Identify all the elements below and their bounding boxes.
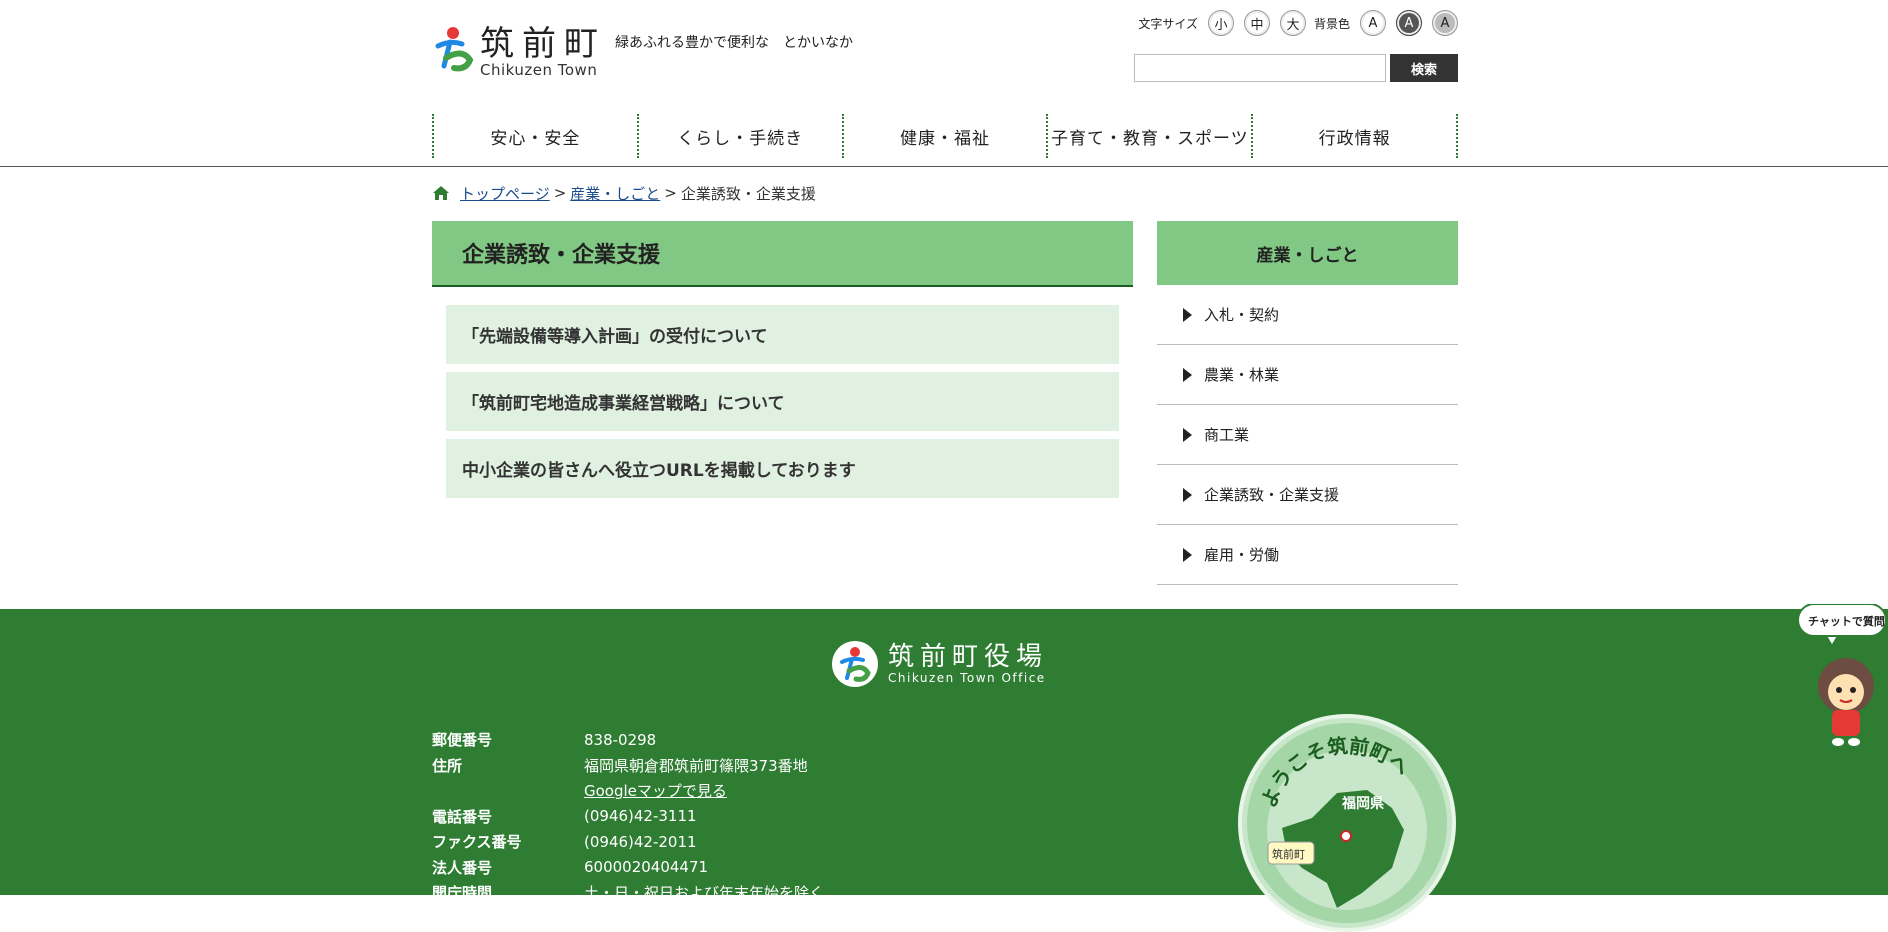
font-size-small-button[interactable]: 小 <box>1207 10 1234 36</box>
nav-item-living[interactable]: くらし・手続き <box>639 114 844 158</box>
link-list: 「先端設備等導入計画」の受付について 「筑前町宅地造成事業経営戦略」について 中… <box>432 287 1133 498</box>
side-nav-label: 農業・林業 <box>1204 366 1280 384</box>
breadcrumb-parent-link[interactable]: 産業・しごと <box>570 183 660 204</box>
side-nav-label: 企業誘致・企業支援 <box>1204 486 1340 504</box>
side-nav-title: 産業・しごと <box>1157 221 1458 285</box>
list-item-link[interactable]: 「先端設備等導入計画」の受付について <box>446 305 1119 364</box>
font-size-label: 文字サイズ <box>1138 16 1198 31</box>
info-label: 開庁時間 <box>432 884 493 903</box>
town-emblem-icon <box>432 26 474 74</box>
info-value: (0946)42-3111 <box>584 807 697 826</box>
nav-item-education[interactable]: 子育て・教育・スポーツ <box>1048 114 1254 158</box>
logo-title: 筑前町 <box>480 24 606 64</box>
font-size-large-button[interactable]: 大 <box>1279 10 1306 36</box>
side-nav-label: 入札・契約 <box>1204 306 1280 324</box>
footer-logo: 筑前町役場 Chikuzen Town Office <box>832 641 1048 687</box>
nav-divider <box>0 166 1888 167</box>
side-nav-item[interactable]: 商工業 <box>1157 405 1458 465</box>
main-content: 企業誘致・企業支援 「先端設備等導入計画」の受付について 「筑前町宅地造成事業経… <box>432 221 1133 585</box>
side-nav-item[interactable]: 農業・林業 <box>1157 345 1458 405</box>
nav-item-health[interactable]: 健康・福祉 <box>844 114 1049 158</box>
bg-dark-button[interactable]: A <box>1396 10 1422 36</box>
breadcrumb-separator: > <box>664 184 677 202</box>
triangle-right-icon <box>1183 547 1192 562</box>
search-input[interactable] <box>1134 54 1386 82</box>
footer-contact-info: 郵便番号 838-0298 住所 福岡県朝倉郡筑前町篠隈373番地 Googleマッ… <box>432 727 824 906</box>
side-nav-item[interactable]: 雇用・労働 <box>1157 525 1458 585</box>
side-nav-item[interactable]: 企業誘致・企業支援 <box>1157 465 1458 525</box>
site-tagline: 緑あふれる豊かで便利な とかいなか <box>615 35 853 51</box>
triangle-right-icon <box>1183 367 1192 382</box>
logo-subtitle: Chikuzen Town <box>480 61 598 79</box>
info-label: ファクス番号 <box>432 833 522 852</box>
info-value: (0946)42-2011 <box>584 832 697 851</box>
side-nav: 産業・しごと 入札・契約 農業・林業 商工業 企業誘致・企業支援 雇用・労働 <box>1157 221 1458 585</box>
nav-item-administration[interactable]: 行政情報 <box>1253 114 1458 158</box>
site-logo[interactable]: 筑前町 Chikuzen Town <box>432 26 606 78</box>
side-nav-item[interactable]: 入札・契約 <box>1157 285 1458 345</box>
accessibility-tools: 文字サイズ 小 中 大 背景色 A A A <box>1138 10 1458 36</box>
info-label: 法人番号 <box>432 858 493 877</box>
info-value: 福岡県朝倉郡筑前町篠隈373番地 <box>584 756 808 775</box>
page-title: 企業誘致・企業支援 <box>432 221 1133 287</box>
nav-item-safety[interactable]: 安心・安全 <box>434 114 639 158</box>
breadcrumb-home-link[interactable]: トップページ <box>460 183 550 204</box>
triangle-right-icon <box>1183 427 1192 442</box>
site-header: 筑前町 Chikuzen Town 緑あふれる豊かで便利な とかいなか 文字サイ… <box>432 0 1458 90</box>
town-label: 筑前町 <box>1272 847 1305 861</box>
global-nav: 安心・安全 くらし・手続き 健康・福祉 子育て・教育・スポーツ 行政情報 <box>432 114 1458 158</box>
info-value: 838-0298 <box>584 730 657 749</box>
info-label: 郵便番号 <box>432 731 493 750</box>
site-footer: 筑前町役場 Chikuzen Town Office 郵便番号 838-0298 … <box>0 609 1888 932</box>
list-item-link[interactable]: 中小企業の皆さんへ役立つURLを掲載しております <box>446 439 1119 498</box>
info-value: 6000020404471 <box>584 858 709 877</box>
side-nav-label: 商工業 <box>1204 426 1250 444</box>
chat-label: チャットで質問 <box>1808 614 1885 628</box>
bg-gray-button[interactable]: A <box>1432 10 1458 36</box>
side-nav-label: 雇用・労働 <box>1204 546 1280 564</box>
welcome-banner[interactable]: ようこそ筑前町へ 福岡県 筑前町 <box>1238 714 1456 932</box>
breadcrumb: トップページ > 産業・しごと > 企業誘致・企業支援 <box>432 183 1458 203</box>
triangle-right-icon <box>1183 487 1192 502</box>
info-label: 電話番号 <box>432 807 493 826</box>
font-size-medium-button[interactable]: 中 <box>1243 10 1270 36</box>
chat-widget[interactable]: チャットで質問 <box>1796 603 1888 754</box>
town-emblem-icon <box>832 641 878 687</box>
bg-color-label: 背景色 <box>1313 16 1350 31</box>
footer-title: 筑前町役場 <box>888 642 1049 672</box>
info-value: 土・日・祝日および年末年始を除く <box>584 884 825 903</box>
info-label: 住所 <box>432 756 463 775</box>
pref-label: 福岡県 <box>1341 795 1384 812</box>
bg-white-button[interactable]: A <box>1360 10 1386 36</box>
search-button[interactable]: 検索 <box>1390 54 1458 82</box>
fukuoka-map-icon: ようこそ筑前町へ 福岡県 筑前町 <box>1247 723 1447 923</box>
footer-subtitle: Chikuzen Town Office <box>888 671 1046 685</box>
breadcrumb-current: 企業誘致・企業支援 <box>680 184 816 203</box>
breadcrumb-separator: > <box>553 184 567 202</box>
home-icon <box>433 186 449 200</box>
triangle-right-icon <box>1183 307 1192 322</box>
list-item-link[interactable]: 「筑前町宅地造成事業経営戦略」について <box>446 372 1119 431</box>
google-map-link[interactable]: Googleマップで見る <box>584 780 727 801</box>
search-box: 検索 <box>1134 54 1458 82</box>
